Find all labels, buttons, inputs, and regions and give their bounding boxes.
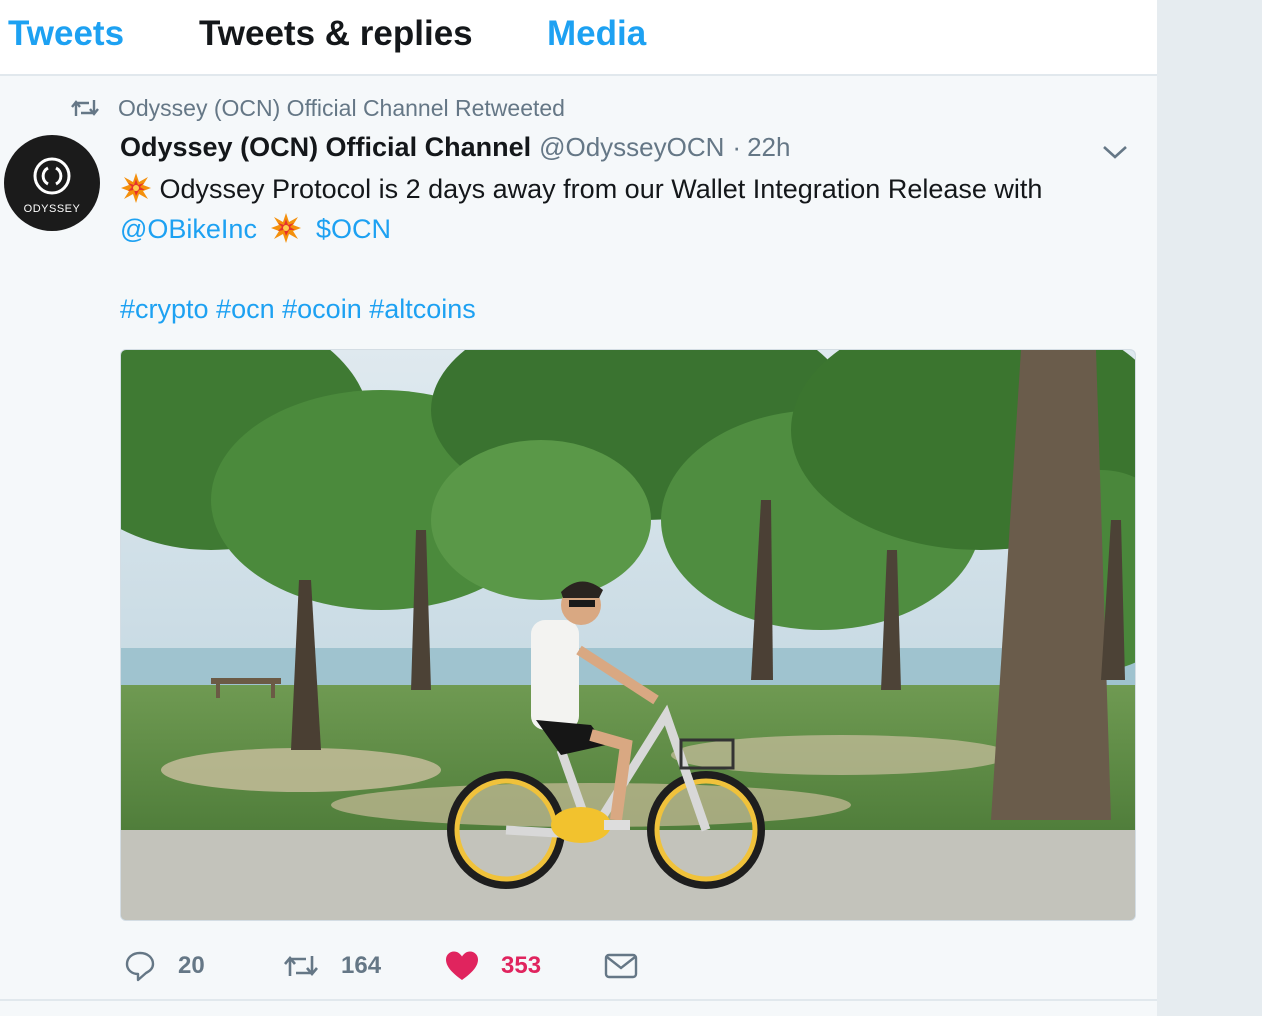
retweet-context-text[interactable]: Odyssey (OCN) Official Channel Retweeted bbox=[118, 95, 565, 122]
hashtag-link[interactable]: #altcoins bbox=[369, 294, 476, 324]
tweet-divider bbox=[0, 999, 1157, 1001]
reply-button[interactable]: 20 bbox=[124, 944, 205, 988]
tweet-photo[interactable] bbox=[120, 349, 1136, 921]
avatar-logo-text: ODYSSEY bbox=[23, 203, 81, 215]
mention-link[interactable]: @OBikeInc bbox=[120, 214, 257, 244]
tweet-text-line-1: Odyssey Protocol is 2 days away from our… bbox=[120, 169, 1042, 209]
photo-man-riding-bike-image bbox=[121, 350, 1135, 920]
like-button[interactable]: 353 bbox=[445, 944, 541, 988]
profile-timeline: Tweets Tweets & replies Media Odyssey (O… bbox=[0, 0, 1157, 1016]
right-gutter bbox=[1157, 0, 1262, 1016]
author-fullname[interactable]: Odyssey (OCN) Official Channel bbox=[120, 132, 531, 163]
reply-count: 20 bbox=[178, 952, 205, 979]
hashtag-link[interactable]: #crypto bbox=[120, 294, 209, 324]
retweet-button[interactable]: 164 bbox=[283, 944, 381, 988]
odyssey-logo-icon bbox=[33, 157, 71, 195]
retweet-icon bbox=[71, 100, 99, 116]
chevron-down-icon[interactable] bbox=[1100, 140, 1130, 164]
retweet-count: 164 bbox=[341, 952, 382, 979]
hashtag-link[interactable]: #ocn bbox=[216, 294, 275, 324]
hashtag-link[interactable]: #ocoin bbox=[282, 294, 362, 324]
author-screen-name[interactable]: @OdysseyOCN bbox=[539, 132, 724, 163]
profile-tabs: Tweets Tweets & replies Media bbox=[0, 0, 1157, 76]
reply-icon bbox=[125, 951, 155, 982]
tweet-header: Odyssey (OCN) Official Channel @OdysseyO… bbox=[120, 132, 790, 168]
tweet-text-body: Odyssey Protocol is 2 days away from our… bbox=[159, 174, 1043, 204]
tab-tweets-and-replies[interactable]: Tweets & replies bbox=[199, 12, 473, 56]
tweet-text-line-2: @OBikeInc $OCN bbox=[120, 209, 391, 249]
tweet-actions: 20 164 353 bbox=[0, 944, 1157, 988]
like-count: 353 bbox=[501, 952, 542, 979]
cashtag-link[interactable]: $OCN bbox=[316, 214, 391, 244]
header-separator: · bbox=[732, 132, 742, 162]
direct-message-button[interactable] bbox=[604, 944, 638, 988]
avatar[interactable]: ODYSSEY bbox=[4, 135, 100, 231]
tweet-timestamp[interactable]: 22h bbox=[747, 132, 790, 163]
tab-media[interactable]: Media bbox=[547, 12, 646, 56]
envelope-icon bbox=[604, 953, 638, 979]
tab-tweets[interactable]: Tweets bbox=[8, 12, 124, 56]
retweet-icon bbox=[284, 955, 318, 977]
tweet[interactable]: Odyssey (OCN) Official Channel Retweeted… bbox=[0, 76, 1157, 1000]
collision-emoji-icon bbox=[271, 213, 302, 243]
retweet-context: Odyssey (OCN) Official Channel Retweeted bbox=[70, 92, 565, 124]
collision-emoji-icon bbox=[121, 173, 151, 203]
heart-icon bbox=[446, 951, 478, 980]
tweet-hashtags: #crypto #ocn #ocoin #altcoins bbox=[120, 289, 476, 329]
